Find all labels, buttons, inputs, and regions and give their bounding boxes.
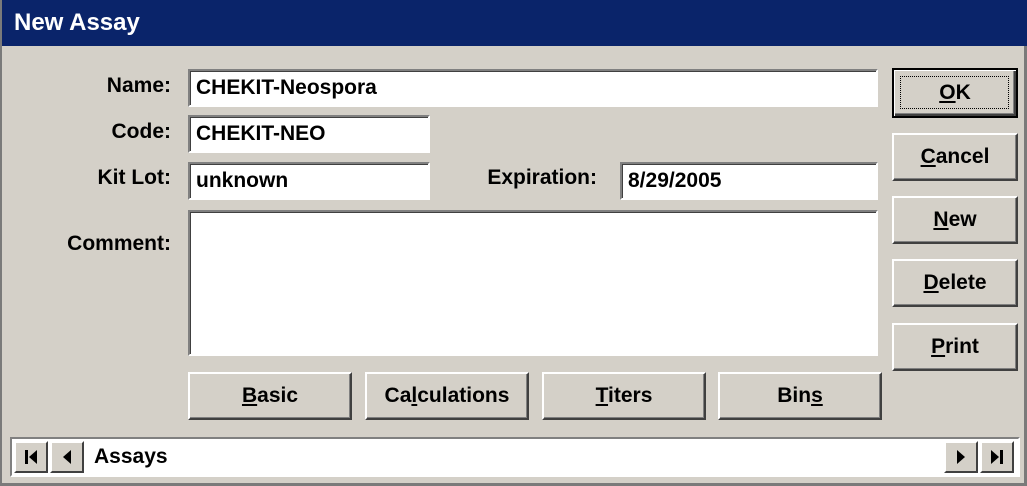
navigation-label: Assays: [94, 445, 168, 468]
last-record-icon: [991, 450, 1003, 464]
kit-lot-label: Kit Lot:: [97, 166, 171, 189]
cancel-label: ancel: [935, 145, 990, 168]
new-mnemonic: N: [933, 208, 949, 231]
calculations-button[interactable]: Calculations: [365, 372, 529, 420]
basic-label: asic: [257, 384, 299, 407]
comment-label: Comment:: [67, 232, 171, 255]
new-label: ew: [948, 208, 977, 231]
next-record-icon: [957, 450, 965, 464]
code-field[interactable]: CHEKIT-NEO: [188, 115, 430, 153]
delete-mnemonic: D: [923, 271, 939, 294]
calculations-label: culations: [417, 384, 510, 407]
kit-lot-field[interactable]: unknown: [188, 162, 430, 200]
titers-button[interactable]: Titers: [542, 372, 706, 420]
last-record-button[interactable]: [980, 441, 1014, 473]
previous-record-icon: [63, 450, 71, 464]
ok-mnemonic: O: [939, 81, 956, 104]
print-mnemonic: P: [931, 335, 946, 358]
basic-button[interactable]: Basic: [188, 372, 352, 420]
first-record-icon: [25, 450, 37, 464]
new-button[interactable]: New: [892, 196, 1018, 244]
print-label: rint: [945, 335, 979, 358]
previous-record-button[interactable]: [50, 441, 84, 473]
first-record-button[interactable]: [14, 441, 48, 473]
bins-pre: Bin: [777, 384, 812, 407]
titers-mnemonic: T: [595, 384, 609, 407]
name-label: Name:: [106, 74, 171, 97]
next-record-button[interactable]: [944, 441, 978, 473]
expiration-label: Expiration:: [487, 166, 597, 189]
cancel-mnemonic: C: [920, 145, 936, 168]
calculations-pre: Ca: [384, 384, 412, 407]
bins-mnemonic: s: [811, 384, 823, 407]
ok-button[interactable]: OK: [892, 68, 1018, 118]
name-field[interactable]: CHEKIT-Neospora: [188, 69, 878, 107]
new-assay-dialog: New Assay Name: CHEKIT-Neospora Code: CH…: [0, 0, 1027, 486]
print-button[interactable]: Print: [892, 323, 1018, 371]
expiration-field[interactable]: 8/29/2005: [620, 162, 878, 200]
bins-button[interactable]: Bins: [718, 372, 882, 420]
comment-field[interactable]: [188, 210, 878, 356]
titers-label: iters: [608, 384, 653, 407]
cancel-button[interactable]: Cancel: [892, 133, 1018, 181]
delete-label: elete: [938, 271, 987, 294]
code-label: Code:: [111, 120, 172, 143]
window-title: New Assay: [2, 0, 1027, 46]
basic-mnemonic: B: [241, 384, 258, 407]
delete-button[interactable]: Delete: [892, 259, 1018, 307]
record-navigation-bar: Assays: [10, 437, 1020, 477]
ok-label: K: [955, 81, 971, 104]
